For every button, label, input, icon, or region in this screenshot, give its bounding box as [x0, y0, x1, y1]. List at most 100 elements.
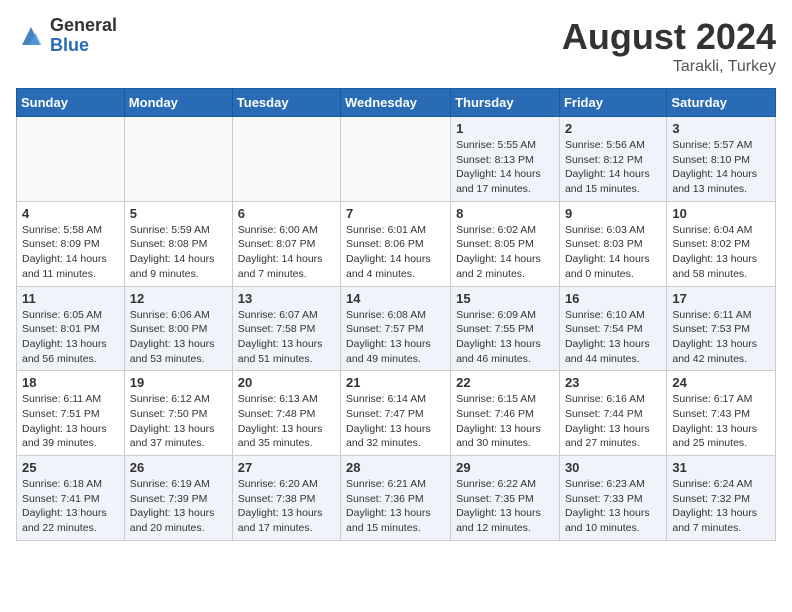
calendar-cell: 16 Sunrise: 6:10 AM Sunset: 7:54 PM Dayli… — [559, 286, 666, 371]
day-number: 24 — [672, 375, 770, 390]
calendar-cell: 15 Sunrise: 6:09 AM Sunset: 7:55 PM Dayli… — [451, 286, 560, 371]
day-info: Sunrise: 6:04 AM Sunset: 8:02 PM Dayligh… — [672, 223, 770, 282]
day-number: 28 — [346, 460, 445, 475]
col-saturday: Saturday — [667, 89, 776, 117]
day-number: 2 — [565, 121, 661, 136]
day-info: Sunrise: 6:00 AM Sunset: 8:07 PM Dayligh… — [238, 223, 335, 282]
calendar-cell: 20 Sunrise: 6:13 AM Sunset: 7:48 PM Dayli… — [232, 371, 340, 456]
day-info: Sunrise: 6:08 AM Sunset: 7:57 PM Dayligh… — [346, 308, 445, 367]
day-number: 29 — [456, 460, 554, 475]
day-info: Sunrise: 6:11 AM Sunset: 7:51 PM Dayligh… — [22, 392, 119, 451]
calendar-cell — [232, 117, 340, 202]
calendar-cell — [341, 117, 451, 202]
calendar: Sunday Monday Tuesday Wednesday Thursday… — [16, 88, 776, 541]
calendar-cell: 29Sunrise: 6:22 AM Sunset: 7:35 PM Dayli… — [451, 456, 560, 541]
calendar-cell — [124, 117, 232, 202]
calendar-cell: 24Sunrise: 6:17 AM Sunset: 7:43 PM Dayli… — [667, 371, 776, 456]
day-info: Sunrise: 6:10 AM Sunset: 7:54 PM Dayligh… — [565, 308, 661, 367]
calendar-cell: 23Sunrise: 6:16 AM Sunset: 7:44 PM Dayli… — [559, 371, 666, 456]
day-number: 20 — [238, 375, 335, 390]
logo-text: General Blue — [50, 16, 117, 56]
day-number: 23 — [565, 375, 661, 390]
logo-icon — [16, 21, 46, 51]
day-number: 16 — [565, 291, 661, 306]
calendar-cell: 26Sunrise: 6:19 AM Sunset: 7:39 PM Dayli… — [124, 456, 232, 541]
calendar-cell: 4 Sunrise: 5:58 AM Sunset: 8:09 PM Daylig… — [17, 201, 125, 286]
day-number: 30 — [565, 460, 661, 475]
logo-general-label: General — [50, 16, 117, 36]
day-number: 19 — [130, 375, 227, 390]
day-number: 4 — [22, 206, 119, 221]
day-number: 6 — [238, 206, 335, 221]
day-number: 1 — [456, 121, 554, 136]
calendar-cell: 12 Sunrise: 6:06 AM Sunset: 8:00 PM Dayli… — [124, 286, 232, 371]
day-number: 21 — [346, 375, 445, 390]
calendar-cell: 14 Sunrise: 6:08 AM Sunset: 7:57 PM Dayli… — [341, 286, 451, 371]
day-number: 22 — [456, 375, 554, 390]
col-wednesday: Wednesday — [341, 89, 451, 117]
day-number: 25 — [22, 460, 119, 475]
calendar-cell: 2 Sunrise: 5:56 AM Sunset: 8:12 PM Daylig… — [559, 117, 666, 202]
day-info: Sunrise: 6:20 AM Sunset: 7:38 PM Dayligh… — [238, 477, 335, 536]
day-number: 14 — [346, 291, 445, 306]
calendar-cell: 17 Sunrise: 6:11 AM Sunset: 7:53 PM Dayli… — [667, 286, 776, 371]
day-info: Sunrise: 6:24 AM Sunset: 7:32 PM Dayligh… — [672, 477, 770, 536]
calendar-cell: 27 Sunrise: 6:20 AM Sunset: 7:38 PM Dayli… — [232, 456, 340, 541]
calendar-cell: 22 Sunrise: 6:15 AM Sunset: 7:46 PM Dayli… — [451, 371, 560, 456]
day-info: Sunrise: 6:05 AM Sunset: 8:01 PM Dayligh… — [22, 308, 119, 367]
calendar-week-2: 4 Sunrise: 5:58 AM Sunset: 8:09 PM Daylig… — [17, 201, 776, 286]
day-number: 17 — [672, 291, 770, 306]
day-number: 7 — [346, 206, 445, 221]
day-number: 13 — [238, 291, 335, 306]
day-info: Sunrise: 6:01 AM Sunset: 8:06 PM Dayligh… — [346, 223, 445, 282]
day-info: Sunrise: 6:21 AM Sunset: 7:36 PM Dayligh… — [346, 477, 445, 536]
day-info: Sunrise: 6:09 AM Sunset: 7:55 PM Dayligh… — [456, 308, 554, 367]
calendar-cell: 7 Sunrise: 6:01 AM Sunset: 8:06 PM Daylig… — [341, 201, 451, 286]
day-info: Sunrise: 6:15 AM Sunset: 7:46 PM Dayligh… — [456, 392, 554, 451]
calendar-cell — [17, 117, 125, 202]
day-info: Sunrise: 6:12 AM Sunset: 7:50 PM Dayligh… — [130, 392, 227, 451]
day-info: Sunrise: 6:23 AM Sunset: 7:33 PM Dayligh… — [565, 477, 661, 536]
calendar-cell: 19 Sunrise: 6:12 AM Sunset: 7:50 PM Dayli… — [124, 371, 232, 456]
day-info: Sunrise: 6:19 AM Sunset: 7:39 PM Dayligh… — [130, 477, 227, 536]
day-info: Sunrise: 6:11 AM Sunset: 7:53 PM Dayligh… — [672, 308, 770, 367]
day-info: Sunrise: 6:13 AM Sunset: 7:48 PM Dayligh… — [238, 392, 335, 451]
day-number: 10 — [672, 206, 770, 221]
calendar-cell: 11 Sunrise: 6:05 AM Sunset: 8:01 PM Dayli… — [17, 286, 125, 371]
calendar-cell: 6 Sunrise: 6:00 AM Sunset: 8:07 PM Daylig… — [232, 201, 340, 286]
day-info: Sunrise: 6:07 AM Sunset: 7:58 PM Dayligh… — [238, 308, 335, 367]
day-number: 11 — [22, 291, 119, 306]
calendar-cell: 5 Sunrise: 5:59 AM Sunset: 8:08 PM Daylig… — [124, 201, 232, 286]
col-sunday: Sunday — [17, 89, 125, 117]
day-info: Sunrise: 5:58 AM Sunset: 8:09 PM Dayligh… — [22, 223, 119, 282]
calendar-cell: 10 Sunrise: 6:04 AM Sunset: 8:02 PM Dayli… — [667, 201, 776, 286]
calendar-cell: 31Sunrise: 6:24 AM Sunset: 7:32 PM Dayli… — [667, 456, 776, 541]
calendar-cell: 13 Sunrise: 6:07 AM Sunset: 7:58 PM Dayli… — [232, 286, 340, 371]
calendar-cell: 21 Sunrise: 6:14 AM Sunset: 7:47 PM Dayli… — [341, 371, 451, 456]
calendar-cell: 1Sunrise: 5:55 AM Sunset: 8:13 PM Daylig… — [451, 117, 560, 202]
day-number: 5 — [130, 206, 227, 221]
day-number: 27 — [238, 460, 335, 475]
calendar-cell: 28 Sunrise: 6:21 AM Sunset: 7:36 PM Dayli… — [341, 456, 451, 541]
calendar-cell: 8Sunrise: 6:02 AM Sunset: 8:05 PM Daylig… — [451, 201, 560, 286]
day-number: 18 — [22, 375, 119, 390]
day-number: 15 — [456, 291, 554, 306]
day-info: Sunrise: 6:14 AM Sunset: 7:47 PM Dayligh… — [346, 392, 445, 451]
day-info: Sunrise: 6:18 AM Sunset: 7:41 PM Dayligh… — [22, 477, 119, 536]
day-info: Sunrise: 6:06 AM Sunset: 8:00 PM Dayligh… — [130, 308, 227, 367]
calendar-cell: 18 Sunrise: 6:11 AM Sunset: 7:51 PM Dayli… — [17, 371, 125, 456]
day-info: Sunrise: 5:59 AM Sunset: 8:08 PM Dayligh… — [130, 223, 227, 282]
day-number: 3 — [672, 121, 770, 136]
calendar-week-4: 18 Sunrise: 6:11 AM Sunset: 7:51 PM Dayli… — [17, 371, 776, 456]
day-info: Sunrise: 6:03 AM Sunset: 8:03 PM Dayligh… — [565, 223, 661, 282]
col-tuesday: Tuesday — [232, 89, 340, 117]
logo-blue-label: Blue — [50, 36, 117, 56]
calendar-week-5: 25 Sunrise: 6:18 AM Sunset: 7:41 PM Dayli… — [17, 456, 776, 541]
day-number: 12 — [130, 291, 227, 306]
calendar-cell: 9Sunrise: 6:03 AM Sunset: 8:03 PM Daylig… — [559, 201, 666, 286]
calendar-week-3: 11 Sunrise: 6:05 AM Sunset: 8:01 PM Dayli… — [17, 286, 776, 371]
col-thursday: Thursday — [451, 89, 560, 117]
col-friday: Friday — [559, 89, 666, 117]
day-info: Sunrise: 5:56 AM Sunset: 8:12 PM Dayligh… — [565, 138, 661, 197]
calendar-cell: 3Sunrise: 5:57 AM Sunset: 8:10 PM Daylig… — [667, 117, 776, 202]
